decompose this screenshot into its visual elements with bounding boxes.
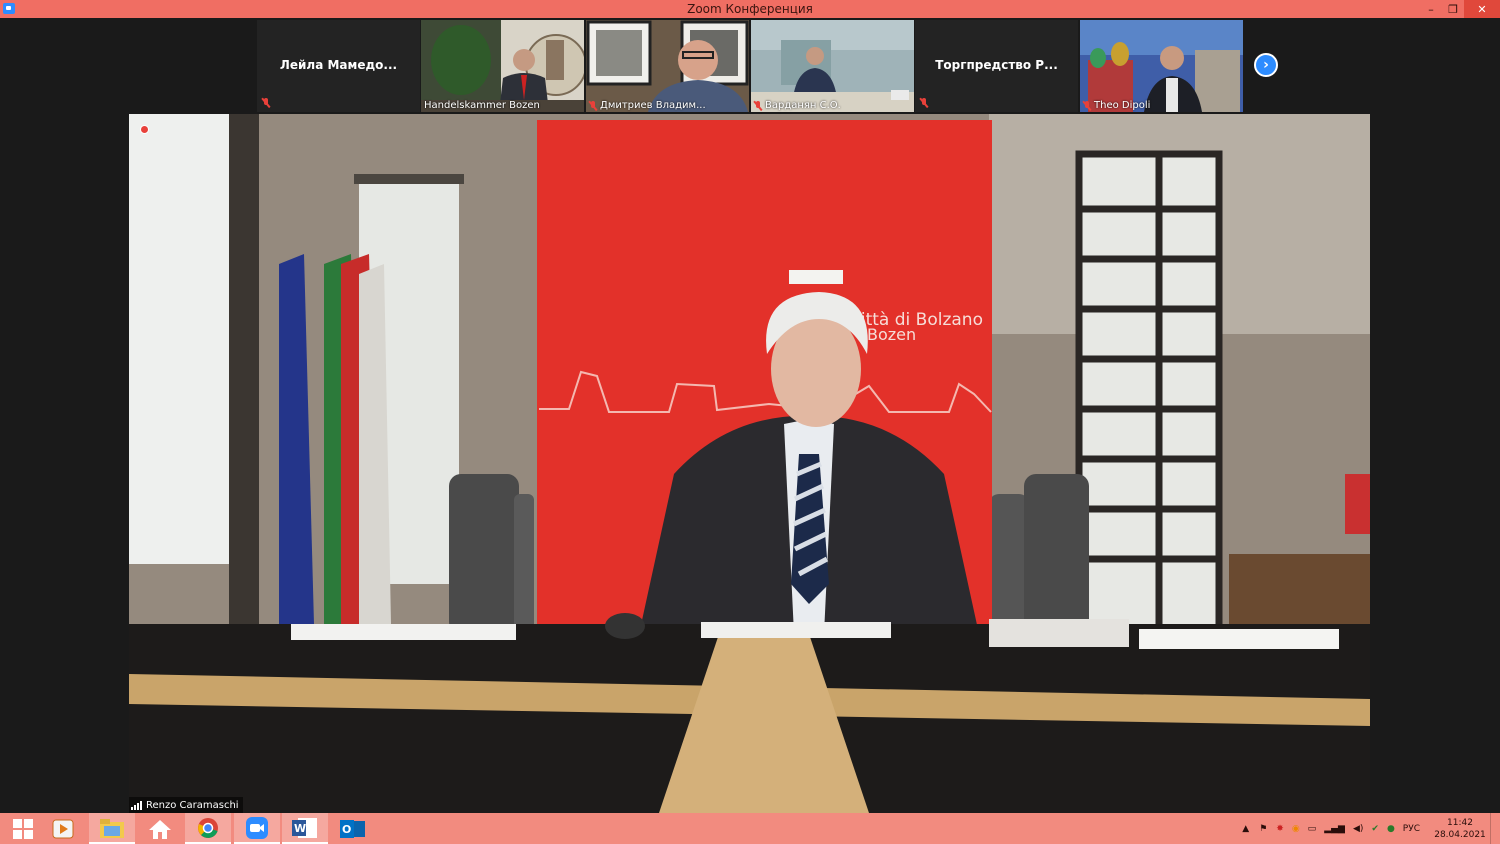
participant-video [1080, 20, 1243, 112]
participant-name: Handelskammer Bozen [424, 100, 540, 111]
network-icon[interactable]: ▂▄▆ [1324, 824, 1345, 834]
participant-name: Лейла Мамедо... [279, 58, 398, 72]
participant-name: Торгпредство Р... [935, 58, 1058, 72]
language-indicator[interactable]: РУС [1403, 824, 1420, 834]
clock-date: 28.04.2021 [1434, 829, 1486, 840]
tray-app-icon[interactable]: ◉ [1292, 824, 1300, 834]
participant-tile[interactable]: Варданян С.О. [751, 20, 914, 112]
signal-strength-icon [131, 800, 142, 810]
participant-label: Handelskammer Bozen [424, 100, 540, 111]
chrome-icon[interactable] [185, 813, 231, 844]
active-speaker-label: Renzo Caramaschi [129, 797, 243, 813]
active-speaker-video: Città di Bolzano Bozen Renzo Caramaschi [129, 114, 1370, 813]
participant-name: Theo Dipoli [1094, 100, 1151, 111]
participant-label: Дмитриев Владим... [589, 100, 706, 111]
participant-strip: Лейла Мамедо... Handelskammer Bozen Дмит… [0, 18, 1500, 114]
svg-text:O: O [342, 823, 351, 836]
mic-muted-icon [1083, 100, 1091, 111]
outlook-icon[interactable]: O [330, 813, 376, 844]
restore-button[interactable]: ❐ [1440, 0, 1466, 18]
antivirus-icon[interactable]: ✸ [1276, 824, 1284, 834]
clock[interactable]: 11:42 28.04.2021 [1430, 817, 1490, 841]
participant-video [421, 20, 584, 112]
home-icon[interactable] [137, 813, 183, 844]
mic-muted-icon [589, 100, 597, 111]
backdrop-text: Bozen [867, 325, 916, 344]
svg-text:W: W [294, 822, 306, 835]
word-icon[interactable]: W [282, 813, 328, 844]
volume-icon[interactable]: ◀) [1353, 824, 1363, 834]
flag-icon[interactable]: ⚑ [1259, 824, 1267, 834]
media-player-icon[interactable] [40, 813, 86, 844]
window-title: Zoom Конференция [687, 2, 813, 16]
tray-expand-icon[interactable]: ▲ [1242, 824, 1249, 834]
zoom-icon[interactable] [234, 813, 280, 844]
file-explorer-icon[interactable] [89, 813, 135, 844]
participant-tile[interactable]: Лейла Мамедо... [257, 20, 420, 112]
participant-tile[interactable]: Handelskammer Bozen [421, 20, 584, 112]
participant-tile[interactable]: Торгпредство Р... [915, 20, 1078, 112]
participant-tile[interactable]: Дмитриев Владим... [586, 20, 749, 112]
update-icon[interactable]: ● [1387, 824, 1395, 834]
system-tray: ▲ ⚑ ✸ ◉ ▭ ▂▄▆ ◀) ✔ ● РУС 11:42 28.04.202… [1242, 813, 1500, 844]
participant-video [751, 20, 914, 112]
windows-taskbar: W O ▲ ⚑ ✸ ◉ ▭ ▂▄▆ ◀) ✔ ● РУС 11:42 28.04… [0, 813, 1500, 844]
mic-muted-icon [920, 98, 928, 108]
close-button[interactable]: ✕ [1464, 0, 1500, 18]
window-titlebar: Zoom Конференция – ❐ ✕ [0, 0, 1500, 18]
speaker-video-frame: Città di Bolzano Bozen [129, 114, 1370, 813]
recording-indicator [140, 125, 149, 134]
clock-time: 11:42 [1447, 817, 1473, 828]
battery-icon[interactable]: ▭ [1308, 824, 1317, 834]
participant-label: Варданян С.О. [754, 100, 841, 111]
mic-muted-icon [262, 98, 270, 108]
speaker-name: Renzo Caramaschi [146, 799, 239, 811]
participant-name: Варданян С.О. [765, 100, 841, 111]
participant-label: Theo Dipoli [1083, 100, 1150, 111]
participant-tile[interactable]: Theo Dipoli [1080, 20, 1243, 112]
chevron-right-icon[interactable]: › [1254, 53, 1278, 77]
zoom-app-icon [3, 3, 15, 14]
participant-video [586, 20, 749, 112]
show-desktop-button[interactable] [1490, 813, 1500, 844]
security-icon[interactable]: ✔ [1371, 824, 1379, 834]
mic-muted-icon [754, 100, 762, 111]
participant-name: Дмитриев Владим... [600, 100, 706, 111]
